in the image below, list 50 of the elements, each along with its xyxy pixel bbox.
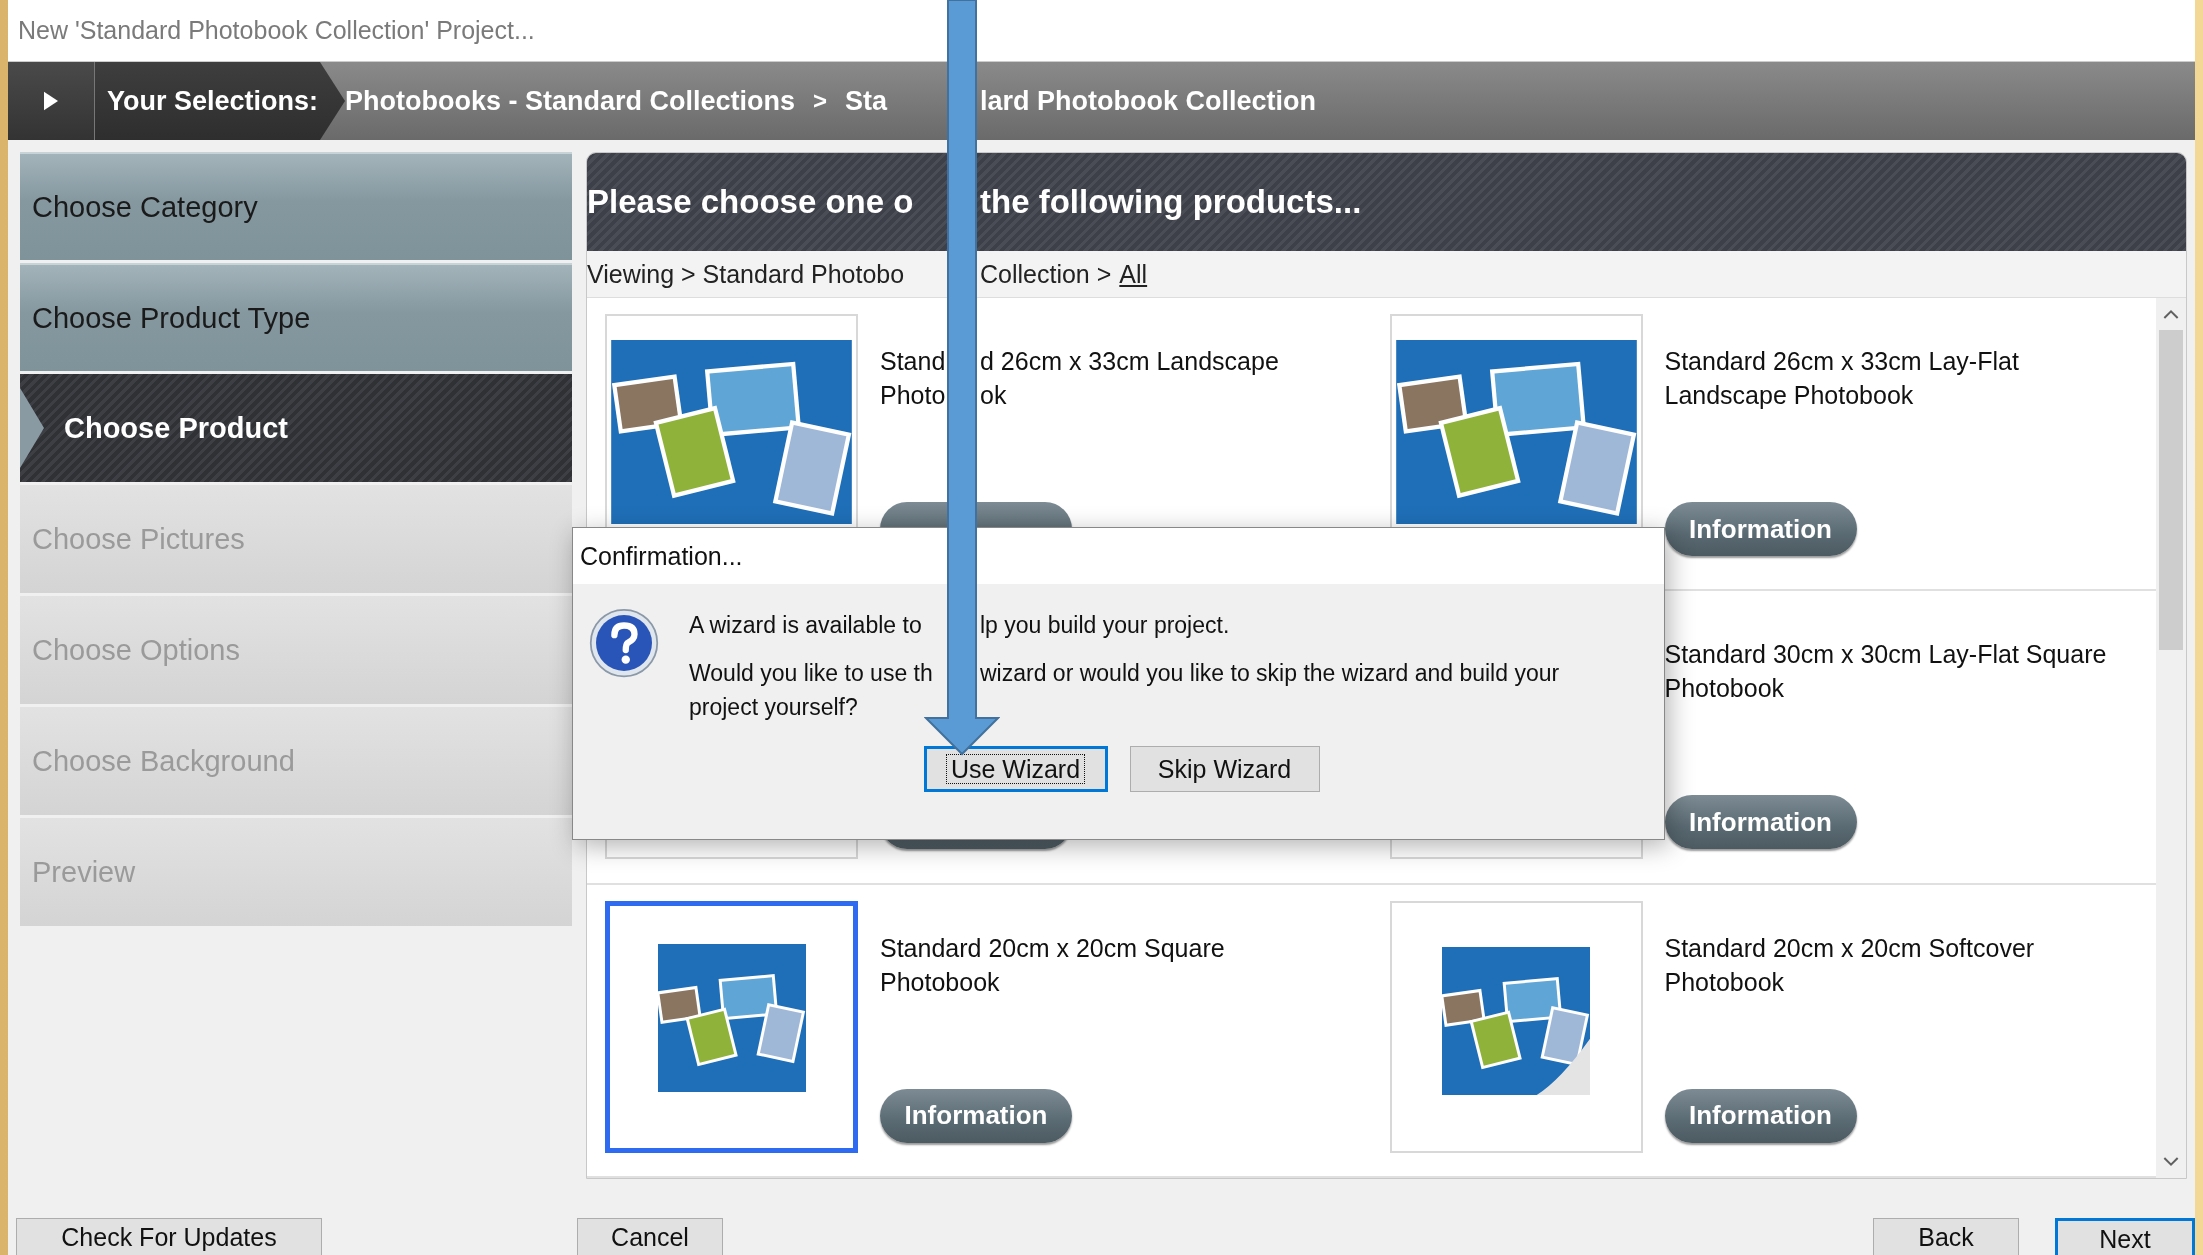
dialog-message: lp you build your project.	[980, 611, 1230, 640]
scroll-up-icon[interactable]	[2163, 308, 2179, 320]
scroll-down-icon[interactable]	[2163, 1156, 2179, 1168]
product-title: Standard 30cm x 30cm Lay-Flat Square	[1664, 639, 2107, 671]
panel-heading: the following products...	[980, 183, 1362, 221]
step-pointer-icon	[20, 388, 44, 468]
product-title: Photobook	[1664, 966, 1785, 998]
play-icon[interactable]	[44, 91, 58, 111]
dialog-button[interactable]: Use Wizard	[923, 746, 1108, 792]
product-title: Standard 20cm x 20cm Softcover	[1664, 932, 2035, 964]
dialog-question: Would you like to use th	[689, 659, 933, 688]
viewing-path: Viewing > Standard Photobo	[587, 259, 905, 289]
wizard-step[interactable]: Choose Category	[20, 152, 572, 260]
information-button[interactable]: Information	[1664, 502, 1857, 556]
information-button[interactable]: Information	[1664, 795, 1857, 850]
product-title: ok	[980, 380, 1007, 411]
wizard-step[interactable]: Choose Product	[20, 374, 572, 482]
information-button[interactable]: Information	[1664, 1088, 1857, 1143]
dialog-question: wizard or would you like to skip the wizard and build your	[980, 659, 1560, 688]
product-title: Stand	[880, 346, 946, 377]
breadcrumb-item: Photobooks - Standard Collections	[345, 85, 796, 117]
product-title: Photo	[880, 380, 946, 411]
scrollbar[interactable]	[2156, 298, 2186, 1178]
dialog-button[interactable]: Skip Wizard	[1129, 746, 1320, 792]
breadcrumb-item: Sta	[845, 85, 888, 117]
selections-label: Your Selections:	[95, 62, 345, 140]
scroll-thumb[interactable]	[2159, 330, 2183, 650]
wizard-step[interactable]: Choose Product Type	[20, 263, 572, 371]
product-title: Photobook	[1664, 673, 1785, 705]
dialog-question: project yourself?	[689, 693, 858, 722]
panel-heading: Please choose one o	[587, 183, 914, 221]
product-title: Standard 26cm x 33cm Lay-Flat	[1664, 346, 2019, 377]
product-title: Standard 20cm x 20cm Square	[880, 932, 1225, 964]
footer-button[interactable]: Check For Updates	[16, 1218, 322, 1255]
breadcrumb-item: lard Photobook Collection	[980, 85, 1316, 117]
breadcrumb-separator: >	[813, 87, 828, 115]
footer-button[interactable]: Next	[2055, 1218, 2195, 1255]
product-thumbnail[interactable]	[605, 900, 858, 1153]
product-title: d 26cm x 33cm Landscape	[980, 346, 1279, 377]
viewing-path: Collection >	[980, 259, 1112, 289]
question-icon	[589, 608, 659, 678]
footer-button[interactable]: Back	[1873, 1218, 2019, 1255]
dialog-message: A wizard is available to	[689, 611, 922, 640]
window-title: New 'Standard Photobook Collection' Project...	[18, 16, 535, 45]
product-title: Landscape Photobook	[1664, 380, 1914, 411]
footer-button[interactable]: Cancel	[577, 1218, 723, 1255]
all-link[interactable]: All	[1119, 259, 1148, 289]
product-title: Photobook	[880, 966, 1000, 998]
information-button[interactable]: Information	[880, 1088, 1072, 1143]
dialog-title: Confirmation...	[580, 541, 743, 571]
